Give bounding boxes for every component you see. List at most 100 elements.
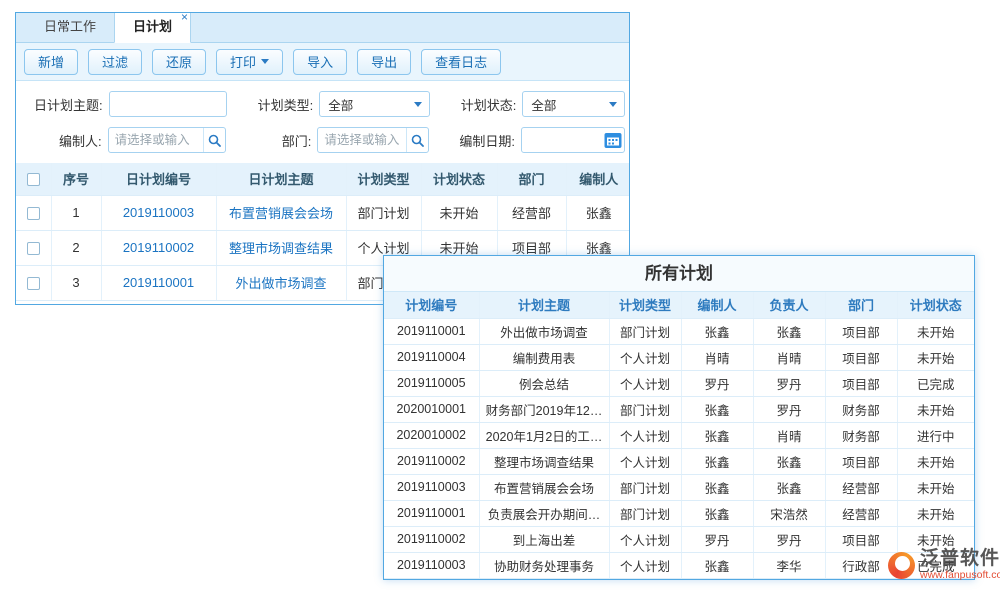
cell-plan-topic: 例会总结 <box>479 370 609 396</box>
table-row[interactable]: 2019110003 布置营销展会会场 部门计划 张鑫 张鑫 经营部 未开始 <box>384 474 974 500</box>
cell-creator: 张鑫 <box>681 318 753 344</box>
cell-plan-type: 部门计划 <box>609 396 681 422</box>
date-label: 编制日期: <box>433 131 515 150</box>
cell-owner: 罗丹 <box>753 526 825 552</box>
toolbar: 新增 过滤 还原 打印 导入 导出 查看日志 <box>16 43 629 81</box>
cell-plan-status: 未开始 <box>421 195 497 230</box>
cell-plan-id-link[interactable]: 2019110002 <box>101 230 216 265</box>
tab-daily-plan[interactable]: 日计划 × <box>114 12 191 43</box>
cell-plan-id: 2019110003 <box>384 474 479 500</box>
calendar-icon[interactable] <box>602 128 624 152</box>
cell-dept: 项目部 <box>825 526 897 552</box>
cell-owner: 张鑫 <box>753 318 825 344</box>
cell-owner: 罗丹 <box>753 396 825 422</box>
cell-creator: 张鑫 <box>681 448 753 474</box>
cell-plan-id-link[interactable]: 2019110001 <box>101 265 216 300</box>
col-plan-id: 计划编号 <box>384 292 479 318</box>
cell-dept: 项目部 <box>825 370 897 396</box>
cell-plan-topic: 外出做市场调查 <box>479 318 609 344</box>
cell-dept: 财务部 <box>825 422 897 448</box>
row-checkbox[interactable] <box>27 207 40 220</box>
cell-plan-id: 2019110002 <box>384 526 479 552</box>
cell-plan-type: 部门计划 <box>609 500 681 526</box>
cell-creator: 张鑫 <box>681 552 753 578</box>
creator-search-box <box>108 127 226 153</box>
cell-plan-type: 个人计划 <box>609 448 681 474</box>
cell-dept: 行政部 <box>825 552 897 578</box>
date-input[interactable] <box>522 129 602 151</box>
table-row[interactable]: 2020010002 2020年1月2日的工… 个人计划 张鑫 肖晴 财务部 进… <box>384 422 974 448</box>
row-checkbox[interactable] <box>27 242 40 255</box>
cell-plan-id-link[interactable]: 2019110003 <box>101 195 216 230</box>
topic-input[interactable] <box>110 93 226 115</box>
cell-plan-id: 2019110001 <box>384 318 479 344</box>
close-icon[interactable]: × <box>181 12 188 24</box>
creator-search-input[interactable] <box>109 129 203 151</box>
table-row[interactable]: 2019110005 例会总结 个人计划 罗丹 罗丹 项目部 已完成 <box>384 370 974 396</box>
row-checkbox[interactable] <box>27 277 40 290</box>
add-button[interactable]: 新增 <box>24 49 78 75</box>
cell-plan-topic: 整理市场调查结果 <box>479 448 609 474</box>
cell-plan-id: 2019110001 <box>384 500 479 526</box>
table-row[interactable]: 2019110001 外出做市场调查 部门计划 张鑫 张鑫 项目部 未开始 <box>384 318 974 344</box>
restore-button[interactable]: 还原 <box>152 49 206 75</box>
table-row[interactable]: 2019110004 编制费用表 个人计划 肖晴 肖晴 项目部 未开始 <box>384 344 974 370</box>
cell-owner: 宋浩然 <box>753 500 825 526</box>
cell-plan-topic-link[interactable]: 整理市场调查结果 <box>216 230 346 265</box>
dept-search-input[interactable] <box>318 129 406 151</box>
cell-owner: 张鑫 <box>753 474 825 500</box>
cell-plan-topic-link[interactable]: 外出做市场调查 <box>216 265 346 300</box>
cell-owner: 罗丹 <box>753 370 825 396</box>
all-plans-table: 计划编号 计划主题 计划类型 编制人 负责人 部门 计划状态 201911000… <box>384 292 974 579</box>
view-log-button[interactable]: 查看日志 <box>421 49 501 75</box>
cell-owner: 李华 <box>753 552 825 578</box>
cell-plan-id: 2020010002 <box>384 422 479 448</box>
col-creator: 编制人 <box>681 292 753 318</box>
filter-area: 日计划主题: 计划类型: 全部 计划状态: 全部 编制人: <box>16 81 629 163</box>
table-row[interactable]: 2019110002 到上海出差 个人计划 罗丹 罗丹 项目部 未开始 <box>384 526 974 552</box>
cell-plan-status: 未开始 <box>897 318 974 344</box>
plan-type-select[interactable]: 全部 <box>319 91 429 117</box>
cell-plan-topic: 负责展会开办期间… <box>479 500 609 526</box>
cell-dept: 经营部 <box>825 500 897 526</box>
col-plan-status: 计划状态 <box>421 163 497 195</box>
col-plan-topic: 日计划主题 <box>216 163 346 195</box>
cell-plan-type: 个人计划 <box>609 526 681 552</box>
table-row[interactable]: 2019110003 协助财务处理事务 个人计划 张鑫 李华 行政部 已完成 <box>384 552 974 578</box>
cell-plan-topic-link[interactable]: 布置营销展会会场 <box>216 195 346 230</box>
table-row[interactable]: 2019110001 负责展会开办期间… 部门计划 张鑫 宋浩然 经营部 未开始 <box>384 500 974 526</box>
select-all-checkbox[interactable] <box>27 173 40 186</box>
col-dept: 部门 <box>825 292 897 318</box>
cell-owner: 张鑫 <box>753 448 825 474</box>
cell-creator: 张鑫 <box>681 422 753 448</box>
cell-plan-type: 部门计划 <box>346 195 421 230</box>
export-button[interactable]: 导出 <box>357 49 411 75</box>
table-row[interactable]: 2020010001 财务部门2019年12… 部门计划 张鑫 罗丹 财务部 未… <box>384 396 974 422</box>
plan-type-label: 计划类型: <box>231 95 314 114</box>
table-row[interactable]: 1 2019110003 布置营销展会会场 部门计划 未开始 经营部 张鑫 <box>16 195 630 230</box>
plan-status-select[interactable]: 全部 <box>522 91 625 117</box>
col-plan-type: 计划类型 <box>346 163 421 195</box>
import-button[interactable]: 导入 <box>293 49 347 75</box>
cell-serial: 3 <box>51 265 101 300</box>
filter-row-2: 编制人: 部门: 编 <box>20 125 625 155</box>
cell-creator: 张鑫 <box>681 500 753 526</box>
filter-button[interactable]: 过滤 <box>88 49 142 75</box>
table-row[interactable]: 2019110002 整理市场调查结果 个人计划 张鑫 张鑫 项目部 未开始 <box>384 448 974 474</box>
fanpu-watermark-text: 泛普软件 www.fanpusoft.com <box>920 549 1000 581</box>
print-button[interactable]: 打印 <box>216 49 283 75</box>
search-icon[interactable] <box>406 128 428 152</box>
col-dept: 部门 <box>497 163 566 195</box>
cell-creator: 罗丹 <box>681 370 753 396</box>
cell-plan-type: 部门计划 <box>609 318 681 344</box>
brand-url: www.fanpusoft.com <box>920 569 1000 581</box>
tab-daily-work[interactable]: 日常工作 <box>26 12 114 42</box>
cell-owner: 肖晴 <box>753 422 825 448</box>
cell-plan-status: 未开始 <box>897 500 974 526</box>
dept-label: 部门: <box>230 131 312 150</box>
cell-plan-type: 个人计划 <box>609 344 681 370</box>
cell-plan-id: 2019110002 <box>384 448 479 474</box>
search-icon[interactable] <box>203 128 225 152</box>
cell-plan-type: 个人计划 <box>609 552 681 578</box>
cell-creator: 张鑫 <box>566 195 630 230</box>
